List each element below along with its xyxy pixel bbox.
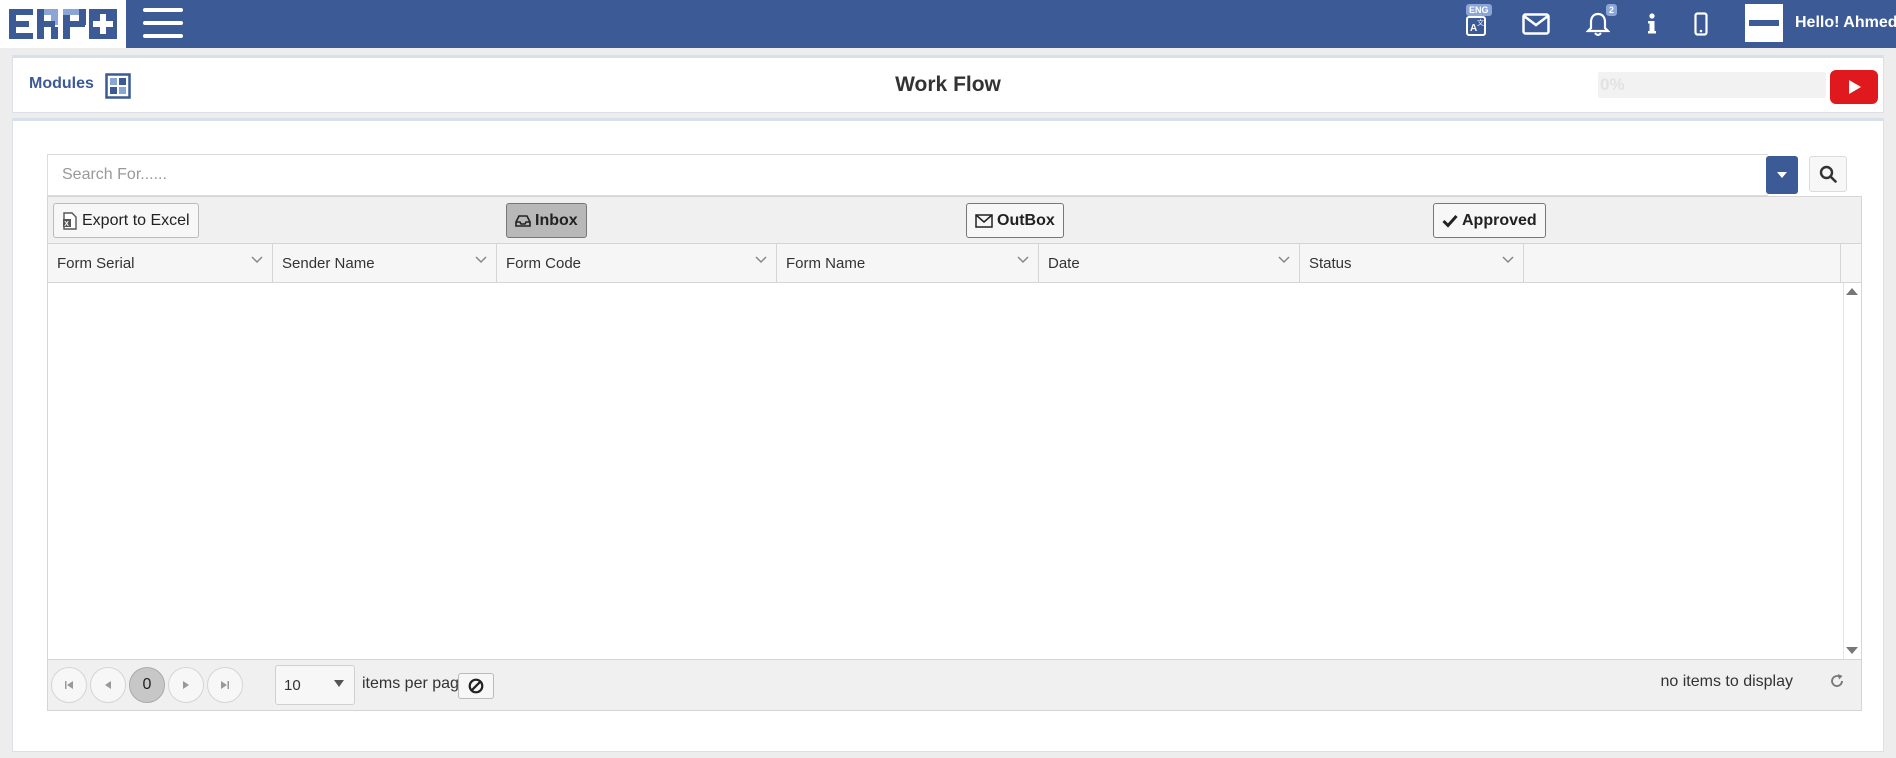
scroll-down-arrow-icon[interactable] [1846,647,1858,654]
play-icon [1849,80,1861,94]
approved-button[interactable]: Approved [1433,203,1546,238]
column-header-actions [1524,244,1841,282]
previous-page-button[interactable] [90,667,126,703]
column-header-status[interactable]: Status [1300,244,1524,282]
search-icon [1819,165,1837,183]
outbox-button[interactable]: OutBox [966,203,1064,238]
progress-text: 0% [1600,75,1625,94]
column-label: Form Code [506,254,582,272]
mobile-phone-icon [1694,12,1708,36]
user-avatar[interactable] [1745,4,1783,42]
search-options-dropdown[interactable] [1766,156,1798,194]
approved-label: Approved [1462,211,1537,229]
dropdown-arrow-icon [334,680,344,687]
chevron-down-icon[interactable] [755,256,767,264]
pager-info: no items to display [1660,673,1793,690]
export-excel-button[interactable]: X Export to Excel [53,203,199,238]
page-size-select[interactable]: 10 [275,665,355,705]
chevron-down-icon[interactable] [251,256,263,264]
language-badge: ENG [1466,4,1492,16]
column-label: Form Serial [57,254,135,272]
column-label: Status [1309,254,1352,272]
search-input[interactable] [47,154,1768,196]
column-header-date[interactable]: Date [1039,244,1300,282]
first-page-button[interactable] [51,667,87,703]
column-header-form-code[interactable]: Form Code [497,244,777,282]
chevron-down-icon[interactable] [1017,256,1029,264]
current-page-number[interactable]: 0 [129,667,165,703]
search-button[interactable] [1809,156,1847,192]
inbox-tray-icon [515,214,531,227]
grid-header-row: Form Serial Sender Name Form Code Form N… [48,244,1861,283]
app-logo[interactable] [0,0,126,48]
column-label: Date [1048,254,1080,272]
progress-bar: 0% [1598,72,1826,98]
grid-toolbar: X Export to Excel Inbox OutBox Approved [48,197,1861,244]
column-label: Sender Name [282,254,375,272]
items-per-page-label: items per page [362,675,468,692]
chevron-down-icon[interactable] [475,256,487,264]
refresh-button[interactable] [1825,669,1849,693]
info-icon [1648,13,1656,34]
next-page-button[interactable] [168,667,204,703]
language-button[interactable]: A 文 ENG [1462,4,1492,38]
notifications-button[interactable]: 2 [1584,4,1618,38]
top-navbar: A 文 ENG 2 Hello! Ahmed [0,0,1896,48]
messages-button[interactable] [1521,10,1551,38]
clear-filters-button[interactable] [458,673,494,699]
cancel-circle-icon [468,678,484,694]
workflow-panel: X Export to Excel Inbox OutBox [12,118,1884,752]
video-tutorial-button[interactable] [1830,70,1878,104]
caret-down-icon [1777,172,1787,178]
column-header-form-serial[interactable]: Form Serial [48,244,273,282]
page-size-value: 10 [284,676,301,694]
inbox-button[interactable]: Inbox [506,203,587,238]
svg-text:文: 文 [1477,18,1484,27]
column-label: Form Name [786,254,866,272]
user-greeting[interactable]: Hello! Ahmed [1795,14,1896,32]
grid-pager: 0 10 items per page no items to display [48,659,1861,710]
menu-toggle-button[interactable] [143,6,183,40]
chevron-down-icon[interactable] [1502,256,1514,264]
inbox-label: Inbox [535,211,578,229]
column-header-form-name[interactable]: Form Name [777,244,1039,282]
mobile-app-button[interactable] [1692,10,1710,38]
outbox-label: OutBox [997,211,1055,229]
erp-logo-icon [9,9,117,39]
svg-text:X: X [64,221,69,228]
grid-body [48,283,1861,659]
scroll-up-arrow-icon[interactable] [1846,288,1858,295]
page-header: Modules Work Flow 0% [12,55,1884,113]
export-excel-label: Export to Excel [82,211,190,229]
first-page-icon [65,681,73,689]
notification-badge: 2 [1606,4,1618,16]
grid-scrollbar[interactable] [1843,283,1861,659]
info-button[interactable] [1645,10,1659,38]
envelope-outline-icon [975,213,993,228]
workflow-grid: X Export to Excel Inbox OutBox Approved … [47,196,1862,711]
excel-file-icon: X [63,211,77,230]
column-header-sender-name[interactable]: Sender Name [273,244,497,282]
refresh-icon [1831,674,1843,687]
checkmark-icon [1442,214,1458,228]
next-page-icon [183,681,189,689]
envelope-icon [1522,13,1550,35]
previous-page-icon [105,681,111,689]
chevron-down-icon[interactable] [1278,256,1290,264]
last-page-icon [221,681,229,689]
last-page-button[interactable] [207,667,243,703]
